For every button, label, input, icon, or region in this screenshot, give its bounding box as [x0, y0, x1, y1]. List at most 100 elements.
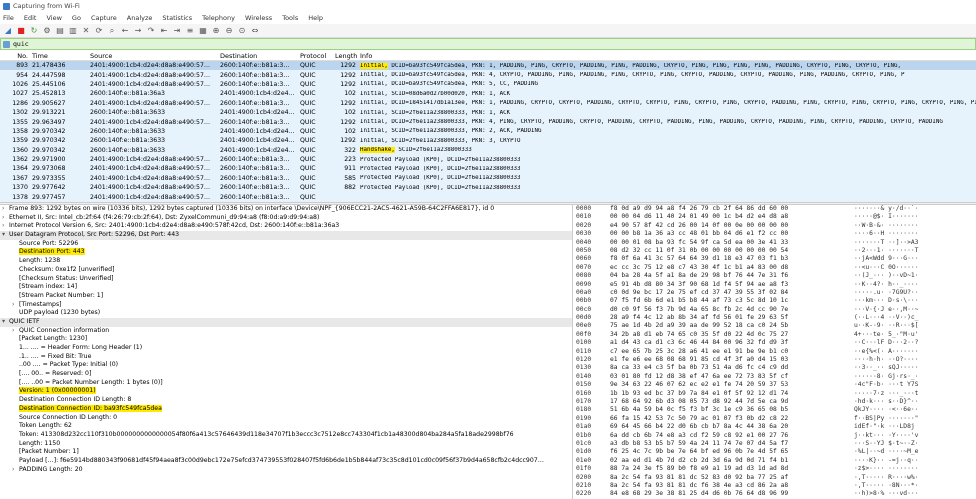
goto-icon[interactable]: ↷: [146, 26, 156, 36]
detail-line[interactable]: [Packet Number: 1]: [0, 448, 572, 457]
zoom-out-icon[interactable]: ⊖: [224, 26, 234, 36]
detail-line[interactable]: Length: 1150: [0, 440, 572, 449]
packet-row[interactable]: 1362 29.971900 2401:4900:1cb4:d2e4:d8a8:e4…: [0, 154, 976, 165]
last-icon[interactable]: ⇥: [172, 26, 182, 36]
hex-row[interactable]: 0070 ec cc 3c 75 12 e8 c7 43 30 4f 1c b1 …: [576, 264, 976, 272]
menu-item-file[interactable]: File: [3, 14, 14, 22]
detail-line[interactable]: › [Timestamps]: [0, 301, 572, 310]
packet-row[interactable]: 1358 29.970342 2600:140f:e::b81a:3633 2401:…: [0, 126, 976, 137]
filter-bookmark-icon[interactable]: [3, 40, 10, 48]
display-filter-input[interactable]: [13, 39, 913, 49]
detail-line[interactable]: ▾ User Datagram Protocol, Src Port: 52296…: [0, 231, 572, 240]
col-header-destination[interactable]: Destination: [218, 52, 298, 60]
packet-row[interactable]: 1360 29.970342 2600:140f:e::b81a:3633 2401:…: [0, 145, 976, 155]
menu-item-view[interactable]: View: [46, 14, 61, 22]
hex-row[interactable]: 0000 f8 0d a9 d9 94 a8 f4 26 79 cb 2f 64 …: [576, 205, 976, 213]
detail-line[interactable]: .1.. .... = Fixed Bit: True: [0, 353, 572, 362]
zoom-normal-icon[interactable]: ⊙: [237, 26, 247, 36]
collapsed-chevron-icon[interactable]: ›: [12, 327, 19, 336]
hex-row[interactable]: 0200 8a 2c 54 fa 93 81 81 dc 52 83 d0 92 …: [576, 474, 976, 482]
back-icon[interactable]: ←: [120, 26, 130, 36]
open-icon[interactable]: ▤: [55, 26, 65, 36]
hex-row[interactable]: 01f0 88 7a 24 3e f5 89 b0 f8 e9 a1 19 ad …: [576, 465, 976, 473]
detail-line[interactable]: Version: 1 (0x00000001): [0, 387, 572, 396]
collapsed-chevron-icon[interactable]: ›: [12, 301, 19, 310]
packet-row[interactable]: 1364 29.973068 2401:4900:1cb4:d2e4:d8a8:e4…: [0, 164, 976, 174]
hex-row[interactable]: 00f0 34 2b a8 d1 eb 74 65 c0 35 5f d0 22 …: [576, 331, 976, 339]
stop-icon[interactable]: ■: [16, 26, 26, 36]
detail-line[interactable]: › Ethernet II, Src: Intel_cb:2f:64 (f4:26…: [0, 214, 572, 223]
hex-row[interactable]: 0110 c7 ee 65 7b 25 3c 28 a6 41 ee e1 91 …: [576, 348, 976, 356]
hex-row[interactable]: 00c0 d0 c0 9f 56 f3 7b 9d 4a 65 8c fb 2c …: [576, 306, 976, 314]
hex-row[interactable]: 0150 9e 34 63 22 46 07 62 ec e2 e1 fe 74 …: [576, 381, 976, 389]
detail-line[interactable]: Destination Port: 443: [0, 248, 572, 257]
packet-row[interactable]: 1286 29.905627 2401:4900:1cb4:d2e4:d8a8:e4…: [0, 98, 976, 108]
autoscroll-icon[interactable]: ≡: [185, 26, 195, 36]
forward-icon[interactable]: →: [133, 26, 143, 36]
detail-line[interactable]: › Internet Protocol Version 6, Src: 2401:…: [0, 222, 572, 231]
hex-row[interactable]: 01e0 02 aa ed d1 4b 7d d2 cb 2d 3d 6a 9d …: [576, 457, 976, 465]
reload-icon[interactable]: ⟳: [94, 26, 104, 36]
hex-row[interactable]: 0190 66 fa 15 42 53 7c 50 79 ac 01 07 f3 …: [576, 415, 976, 423]
hex-row[interactable]: 01a0 69 64 45 66 b4 22 d0 6b cb b7 8a 4c …: [576, 423, 976, 431]
hex-row[interactable]: 0080 04 ba 28 4a 5f a1 8a de 29 98 bf 76 …: [576, 272, 976, 280]
detail-line[interactable]: › Frame 893: 1292 bytes on wire (10336 bi…: [0, 205, 572, 214]
hex-row[interactable]: 0120 e1 fe e6 ee 68 08 68 91 85 cd 4f 3f …: [576, 356, 976, 364]
detail-line[interactable]: Payload […]: f6e5914bd880343f90681df45f9…: [0, 457, 572, 466]
hex-row[interactable]: 00e0 75 ae 1d 4b 2d a9 39 aa de 99 52 18 …: [576, 322, 976, 330]
menu-item-telephony[interactable]: Telephony: [202, 14, 235, 22]
first-icon[interactable]: ⇤: [159, 26, 169, 36]
col-header-time[interactable]: Time: [30, 52, 88, 60]
detail-line[interactable]: [.... 00.. = Reserved: 0]: [0, 370, 572, 379]
hex-row[interactable]: 0090 e5 91 4b d8 80 34 3f 90 68 1d f4 5f …: [576, 281, 976, 289]
detail-line[interactable]: [.... ..00 = Packet Number Length: 1 byt…: [0, 379, 572, 388]
expanded-chevron-icon[interactable]: ▾: [2, 318, 9, 327]
packet-row[interactable]: 1367 29.973355 2401:4900:1cb4:d2e4:d8a8:e4…: [0, 173, 976, 184]
menu-item-edit[interactable]: Edit: [24, 14, 37, 22]
hex-row[interactable]: 0220 84 e8 68 29 3e 38 81 25 d4 d6 0b 76 …: [576, 490, 976, 498]
detail-line[interactable]: › QUIC Connection information: [0, 327, 572, 336]
hex-row[interactable]: 0160 1b 1b 93 ed bc 37 b9 7a 84 e1 0f 5f …: [576, 390, 976, 398]
packet-row[interactable]: 1302 29.913221 2600:140f:e::b81a:3633 2401:…: [0, 107, 976, 118]
detail-line[interactable]: [Stream Packet Number: 1]: [0, 292, 572, 301]
hex-row[interactable]: 0100 a1 d4 43 ca d1 c3 6c 46 44 84 00 96 …: [576, 339, 976, 347]
detail-line[interactable]: Source Connection ID Length: 0: [0, 414, 572, 423]
hex-row[interactable]: 0170 17 68 64 92 6b d3 08 05 73 d8 92 44 …: [576, 398, 976, 406]
find-icon[interactable]: ⌕: [107, 26, 117, 36]
col-header-source[interactable]: Source: [88, 52, 218, 60]
detail-line[interactable]: Destination Connection ID: ba93fc549fca5…: [0, 404, 572, 414]
hex-row[interactable]: 0010 00 00 04 d6 11 40 24 01 49 00 1c b4 …: [576, 213, 976, 221]
save-icon[interactable]: ▥: [68, 26, 78, 36]
hex-row[interactable]: 01d0 f6 25 4c 7c 9b be 7e 64 bf ed 96 0b …: [576, 448, 976, 456]
hex-row[interactable]: 01b0 6a dd cb 6b 74 e8 a3 cd f2 59 c8 92 …: [576, 432, 976, 440]
packet-row[interactable]: 1026 25.445106 2401:4900:1cb4:d2e4:d8a8:e4…: [0, 79, 976, 90]
detail-line[interactable]: 1... .... = Header Form: Long Header (1): [0, 344, 572, 353]
options-icon[interactable]: ⚙: [42, 26, 52, 36]
detail-line[interactable]: Token: 413308d232cc110f310b0000000000000…: [0, 431, 572, 440]
detail-line[interactable]: Source Port: 52296: [0, 240, 572, 249]
detail-line[interactable]: › PADDING Length: 20: [0, 466, 572, 475]
hex-row[interactable]: 0050 08 d2 32 cc 11 0f 31 0b 00 00 00 00 …: [576, 247, 976, 255]
col-header-protocol[interactable]: Protocol: [298, 52, 333, 60]
menu-item-wireless[interactable]: Wireless: [245, 14, 272, 22]
detail-line[interactable]: [Stream index: 14]: [0, 283, 572, 292]
col-header-no[interactable]: No.: [0, 52, 30, 60]
col-header-length[interactable]: Length: [333, 52, 358, 60]
menu-item-go[interactable]: Go: [72, 14, 81, 22]
detail-line[interactable]: Checksum: 0xe1f2 [unverified]: [0, 266, 572, 275]
resize-columns-icon[interactable]: ⇔: [250, 26, 260, 36]
hex-row[interactable]: 0040 00 00 01 08 ba 93 fc 54 9f ca 5d ea …: [576, 239, 976, 247]
collapsed-chevron-icon[interactable]: ›: [12, 466, 19, 475]
detail-line[interactable]: Length: 1238: [0, 257, 572, 266]
close-file-icon[interactable]: ✕: [81, 26, 91, 36]
hex-row[interactable]: 0130 8a ca 33 e4 c3 5f ba 0b 73 51 4a d6 …: [576, 364, 976, 372]
hex-row[interactable]: 00b0 07 f5 fd 6b 6d e1 b5 b8 44 af 73 c3 …: [576, 297, 976, 305]
packet-row[interactable]: 954 24.447598 2401:4900:1cb4:d2e4:d8a8:e49…: [0, 70, 976, 80]
hex-row[interactable]: 00d0 28 a9 f4 4c 12 ab 8b 34 af fd 56 01 …: [576, 314, 976, 322]
collapsed-chevron-icon[interactable]: ›: [2, 205, 9, 214]
expanded-chevron-icon[interactable]: ▾: [2, 231, 9, 240]
detail-line[interactable]: ..00 .... = Packet Type: Initial (0): [0, 361, 572, 370]
menu-item-statistics[interactable]: Statistics: [162, 14, 192, 22]
hex-row[interactable]: 0180 51 6b 4a 59 b4 0c f5 f3 bf 3c 1e c9 …: [576, 406, 976, 414]
menu-item-help[interactable]: Help: [308, 14, 323, 22]
